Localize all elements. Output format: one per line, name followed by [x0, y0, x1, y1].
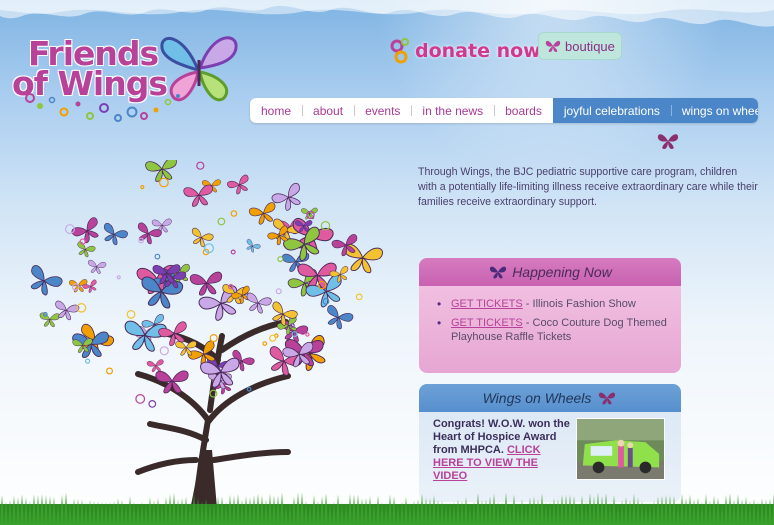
bubble [305, 332, 310, 337]
butterfly-icon [146, 359, 164, 373]
butterfly-icon [145, 160, 177, 182]
butterfly-icon [599, 392, 616, 405]
butterfly-icon [71, 217, 99, 244]
butterfly-tree-illustration [30, 160, 383, 520]
butterfly-icon [327, 305, 354, 330]
bubble [135, 393, 146, 404]
butterfly-icon [301, 207, 318, 220]
nav-item-joyful-celebrations[interactable]: joyful celebrations [552, 98, 671, 123]
happening-now-title: Happening Now [512, 264, 612, 280]
butterfly-icon [103, 222, 128, 246]
wings-on-wheels-panel: Wings on Wheels Congrats! W.O.W. won the… [419, 384, 681, 502]
event-text: - Illinois Fashion Show [522, 298, 636, 310]
bubble [217, 217, 226, 226]
bubble [230, 210, 238, 217]
butterfly-icon [30, 265, 63, 296]
nav-item-boards[interactable]: boards [494, 98, 553, 123]
donate-now-label: donate now! [415, 40, 550, 62]
butterfly-icon [77, 241, 96, 258]
butterfly-icon [191, 227, 214, 248]
nav-item-wings-on-wheels[interactable]: wings on wheels [670, 98, 758, 123]
bubble [116, 275, 121, 280]
nav-item-home[interactable]: home [250, 98, 302, 123]
wings-on-wheels-text: Congrats! W.O.W. won the Heart of Hospic… [433, 418, 573, 483]
butterfly-icon [657, 134, 679, 149]
boutique-label: boutique [565, 38, 615, 54]
wings-on-wheels-photo[interactable] [576, 418, 665, 480]
bubble [105, 367, 113, 375]
bubble [84, 358, 91, 364]
get-tickets-link[interactable]: GET TICKETS [451, 317, 523, 329]
butterfly-icon [545, 40, 561, 52]
grass-border [0, 492, 774, 525]
bubble [277, 256, 284, 263]
intro-text: Through Wings, the BJC pediatric support… [418, 166, 758, 208]
butterfly-icon [227, 174, 249, 195]
butterfly-icon [39, 312, 61, 328]
bubble [230, 249, 236, 255]
bubble [262, 341, 268, 347]
bubble [290, 323, 295, 328]
butterfly-icon [490, 266, 507, 279]
list-item: GET TICKETS - Illinois Fashion Show [435, 297, 671, 311]
butterfly-icon [88, 259, 107, 274]
bubble [154, 253, 161, 260]
butterfly-icon [189, 271, 223, 296]
list-item: GET TICKETS - Coco Couture Dog Themed Pl… [435, 316, 671, 344]
bubble [269, 334, 277, 342]
bubble [275, 288, 282, 295]
happening-now-list: GET TICKETS - Illinois Fashion Show GET … [419, 286, 681, 344]
happening-now-header: Happening Now [419, 258, 681, 286]
wings-on-wheels-header: Wings on Wheels [419, 384, 681, 412]
donate-now-button[interactable]: donate now! [389, 34, 549, 68]
bubble [196, 161, 205, 170]
nav-item-about[interactable]: about [302, 98, 354, 123]
butterfly-icon [183, 184, 213, 207]
butterfly-icon [246, 292, 272, 314]
bubble [126, 309, 136, 319]
wings-on-wheels-title: Wings on Wheels [482, 390, 592, 406]
bubble [140, 185, 145, 190]
happening-now-panel: Happening Now GET TICKETS - Illinois Fas… [419, 258, 681, 373]
butterfly-icon [246, 238, 261, 253]
bubble [158, 177, 169, 188]
boutique-button[interactable]: boutique [538, 32, 622, 60]
main-nav: home about events in the news boards joy… [250, 98, 758, 123]
get-tickets-link[interactable]: GET TICKETS [451, 298, 523, 310]
award-text: Congrats! W.O.W. won the Heart of Hospic… [433, 418, 570, 456]
bubble [355, 293, 363, 301]
nav-item-events[interactable]: events [354, 98, 411, 123]
bubble [159, 346, 169, 356]
bubble [148, 399, 157, 408]
bubble [209, 334, 218, 343]
logo-bubbles [25, 93, 180, 122]
nav-item-in-the-news[interactable]: in the news [411, 98, 494, 123]
donate-rings-icon [390, 38, 409, 64]
site-logo[interactable]: Friends of Wings [12, 30, 242, 126]
